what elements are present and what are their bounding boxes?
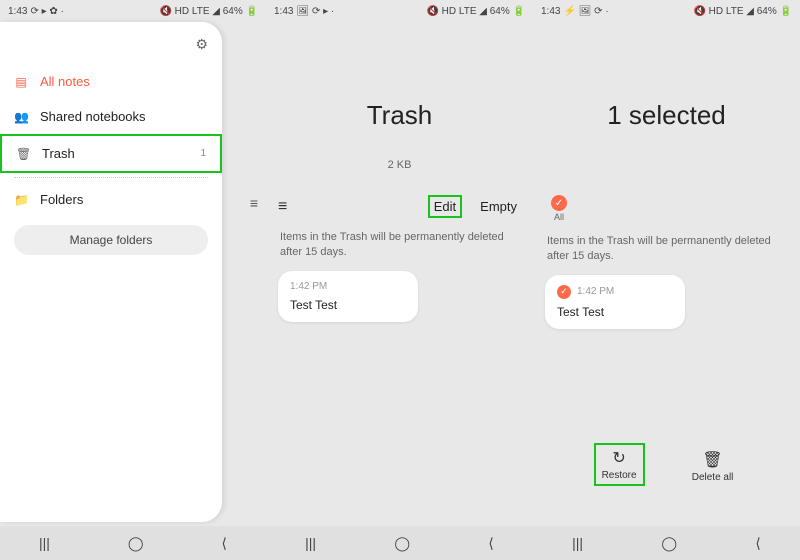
note-card-selected[interactable]: ✓ 1:42 PM Test Test <box>545 275 685 329</box>
home-button[interactable]: ◯ <box>394 535 410 552</box>
check-icon: ✓ <box>557 285 571 299</box>
menu-all-notes[interactable]: ▤ All notes <box>0 64 222 99</box>
status-bar: 1:43⟳ ▸ ✿ · 🔇 HD LTE ◢ 64% 🔋 <box>0 0 266 22</box>
home-button[interactable]: ◯ <box>128 535 144 552</box>
menu-shared-notebooks[interactable]: 👥 Shared notebooks <box>0 99 222 134</box>
note-card[interactable]: 1:42 PM Test Test <box>278 271 418 322</box>
menu-trash[interactable]: 🗑 Trash 1 <box>0 134 222 173</box>
select-all-label: All <box>554 212 564 222</box>
android-nav-bar: ||| ◯ ⟨ <box>533 526 800 560</box>
selection-title: 1 selected <box>533 22 800 131</box>
status-bar: 1:43⚡ 🖼 ⟳ · 🔇 HD LTE ◢ 64% 🔋 <box>533 0 800 22</box>
trash-size: 2 KB <box>266 131 533 189</box>
menu-label: Trash <box>42 146 75 161</box>
manage-folders-button[interactable]: Manage folders <box>14 225 208 255</box>
menu-folders[interactable]: 📁 Folders <box>0 182 222 217</box>
navigation-drawer: ⚙ ▤ All notes 👥 Shared notebooks 🗑 Trash… <box>0 22 222 522</box>
note-time: 1:42 PM <box>290 281 406 292</box>
trash-icon: 🗑 <box>702 450 722 470</box>
trash-count: 1 <box>200 148 206 159</box>
back-button[interactable]: ⟨ <box>755 535 760 552</box>
note-title: Test Test <box>290 292 406 312</box>
recents-button[interactable]: ||| <box>572 535 583 551</box>
delete-all-button[interactable]: 🗑 Delete all <box>686 447 740 486</box>
trash-info-text: Items in the Trash will be permanently d… <box>266 224 533 271</box>
action-label: Delete all <box>692 472 734 483</box>
divider <box>14 177 208 178</box>
recents-button[interactable]: ||| <box>39 535 50 551</box>
status-bar: 1:43🖼 ⟳ ▸ · 🔇 HD LTE ◢ 64% 🔋 <box>266 0 533 22</box>
home-button[interactable]: ◯ <box>661 535 677 552</box>
settings-icon[interactable]: ⚙ <box>195 36 208 52</box>
trash-icon: 🗑 <box>16 147 30 161</box>
people-icon: 👥 <box>14 110 28 124</box>
note-title: Test Test <box>557 299 673 319</box>
android-nav-bar: ||| ◯ ⟨ <box>266 526 533 560</box>
action-label: Restore <box>602 470 637 481</box>
page-title: Trash <box>266 22 533 131</box>
folder-icon: 📁 <box>14 193 28 207</box>
android-nav-bar: ||| ◯ ⟨ <box>0 526 266 560</box>
menu-icon[interactable]: ≡ <box>278 198 287 216</box>
recents-button[interactable]: ||| <box>305 535 316 551</box>
menu-label: All notes <box>40 74 90 89</box>
note-icon: ▤ <box>14 75 28 89</box>
restore-icon: ↻ <box>612 448 625 468</box>
back-button[interactable]: ⟨ <box>488 535 493 552</box>
note-time: 1:42 PM <box>577 286 614 297</box>
menu-label: Shared notebooks <box>40 109 146 124</box>
trash-info-text: Items in the Trash will be permanently d… <box>533 228 800 275</box>
select-all[interactable]: ✓ All <box>551 195 567 222</box>
edit-button[interactable]: Edit <box>428 195 462 218</box>
check-icon: ✓ <box>551 195 567 211</box>
empty-button[interactable]: Empty <box>476 197 521 216</box>
restore-button[interactable]: ↻ Restore <box>594 443 645 486</box>
back-button[interactable]: ⟨ <box>222 535 227 552</box>
menu-label: Folders <box>40 192 83 207</box>
menu-icon[interactable]: ≡ <box>250 195 258 211</box>
